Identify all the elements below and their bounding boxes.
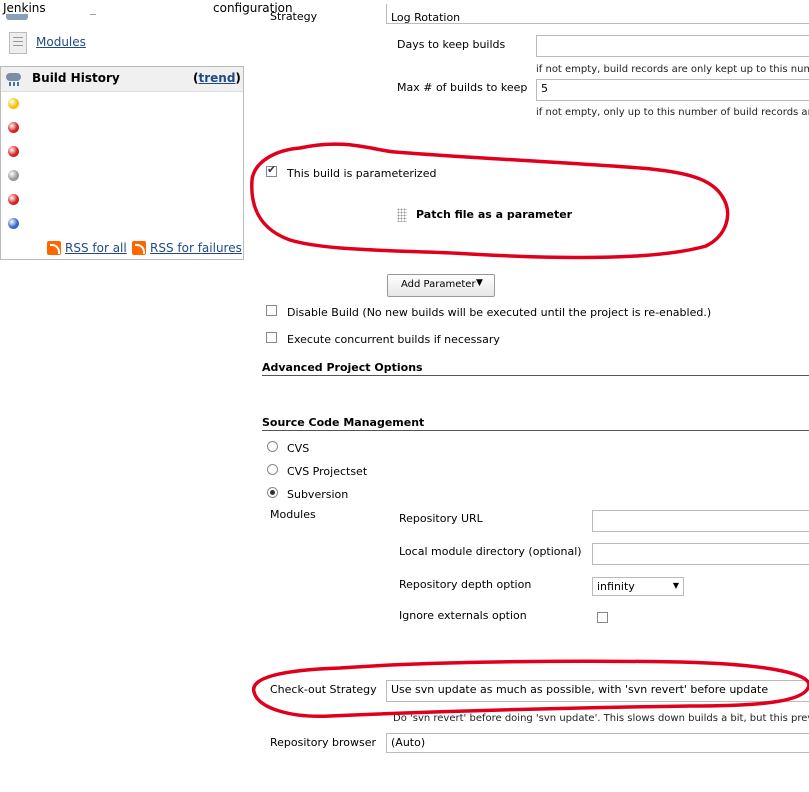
annotation-overlay bbox=[250, 142, 809, 718]
annotation-circle-checkout bbox=[252, 659, 809, 718]
annotation-circle-parameterized bbox=[250, 142, 730, 260]
